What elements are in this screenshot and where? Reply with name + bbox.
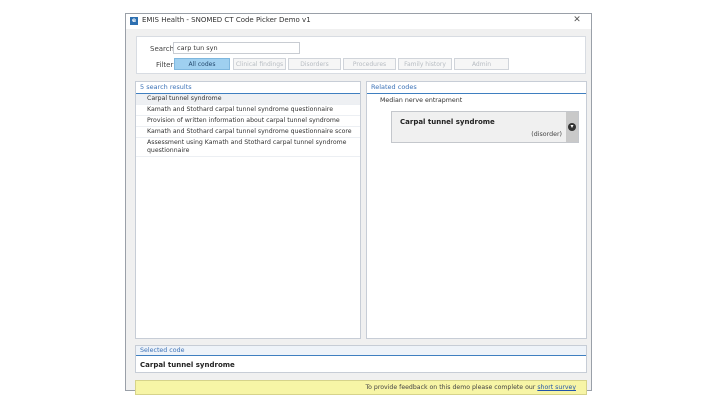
survey-link[interactable]: short survey	[537, 384, 576, 391]
search-results-panel: 5 search results Carpal tunnel syndrome …	[135, 81, 361, 339]
window-title: EMIS Health - SNOMED CT Code Picker Demo…	[142, 16, 311, 24]
feedback-bar: To provide feedback on this demo please …	[135, 380, 587, 395]
result-item[interactable]: Provision of written information about c…	[136, 116, 360, 127]
feedback-message: To provide feedback on this demo please …	[365, 384, 576, 391]
selected-code-header: Selected code	[136, 346, 586, 356]
search-results-header: 5 search results	[136, 82, 360, 94]
filter-clinical-findings-button[interactable]: Clinical findings	[233, 58, 286, 70]
filter-label: Filter	[156, 61, 174, 69]
search-input[interactable]: carp tun syn	[173, 42, 300, 54]
result-item[interactable]: Assessment using Kamath and Stothard car…	[136, 138, 360, 157]
filter-admin-button[interactable]: Admin	[454, 58, 509, 70]
search-panel: Search carp tun syn Filter All codes Cli…	[136, 36, 586, 74]
selected-code-panel: Selected code Carpal tunnel syndrome	[135, 345, 587, 373]
filter-disorders-button[interactable]: Disorders	[288, 58, 341, 70]
related-card-expander[interactable]: ▾	[566, 112, 578, 142]
related-parent-code[interactable]: Median nerve entrapment	[380, 97, 462, 104]
filter-procedures-button[interactable]: Procedures	[343, 58, 396, 70]
app-logo-icon: e	[130, 17, 138, 25]
related-code-card[interactable]: Carpal tunnel syndrome (disorder) ▾	[391, 111, 579, 143]
result-item[interactable]: Carpal tunnel syndrome	[136, 94, 360, 105]
app-window: e EMIS Health - SNOMED CT Code Picker De…	[125, 13, 592, 395]
chevron-down-icon[interactable]: ▾	[568, 123, 576, 131]
selected-code-value: Carpal tunnel syndrome	[140, 361, 235, 369]
search-label: Search	[150, 45, 175, 53]
filter-all-codes-button[interactable]: All codes	[174, 58, 230, 70]
result-item[interactable]: Kamath and Stothard carpal tunnel syndro…	[136, 105, 360, 116]
related-card-title: Carpal tunnel syndrome	[400, 118, 495, 126]
feedback-text: To provide feedback on this demo please …	[365, 384, 536, 391]
filter-family-history-button[interactable]: Family history	[398, 58, 452, 70]
related-codes-panel: Related codes Median nerve entrapment Ca…	[366, 81, 587, 339]
close-button[interactable]: ✕	[569, 15, 585, 26]
title-bar: e EMIS Health - SNOMED CT Code Picker De…	[126, 14, 591, 29]
result-item[interactable]: Kamath and Stothard carpal tunnel syndro…	[136, 127, 360, 138]
related-card-tag: (disorder)	[531, 131, 562, 138]
related-codes-header: Related codes	[367, 82, 586, 94]
